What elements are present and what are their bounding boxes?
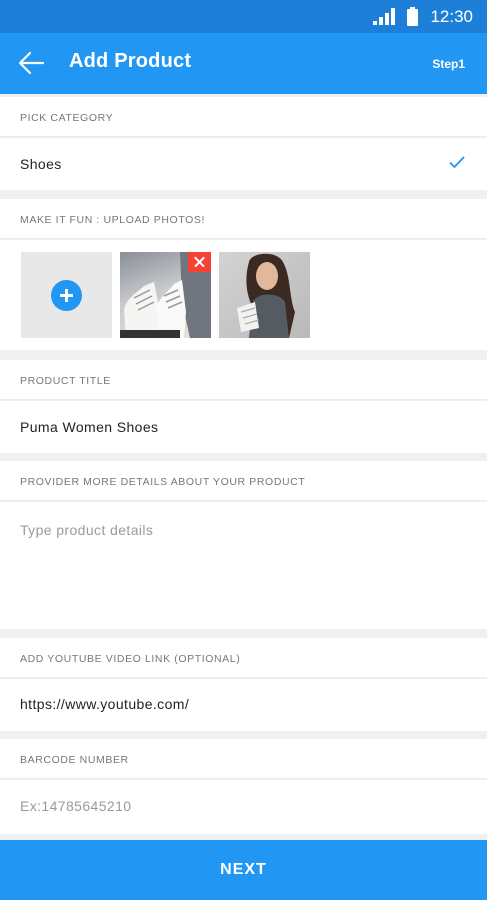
youtube-link-value: https://www.youtube.com/ xyxy=(20,696,190,712)
category-section-label: PICK CATEGORY xyxy=(0,97,487,137)
youtube-link-field[interactable]: https://www.youtube.com/ xyxy=(0,679,487,731)
remove-photo-button[interactable] xyxy=(188,252,211,272)
page-title: Add Product xyxy=(69,50,192,72)
category-row[interactable]: Shoes xyxy=(0,138,487,190)
barcode-label: BARCODE NUMBER xyxy=(20,754,129,766)
back-arrow-icon[interactable] xyxy=(17,49,45,77)
product-details-placeholder: Type product details xyxy=(20,522,154,538)
youtube-section-label: ADD YOUTUBE VIDEO LINK (OPTIONAL) xyxy=(0,638,487,678)
category-value: Shoes xyxy=(20,156,62,172)
barcode-section-label: BARCODE NUMBER xyxy=(0,739,487,779)
next-button-label: NEXT xyxy=(220,861,267,878)
status-time: 12:30 xyxy=(430,7,473,26)
barcode-field[interactable]: Ex:14785645210 xyxy=(0,780,487,834)
photos-label: MAKE IT FUN : UPLOAD PHOTOS! xyxy=(20,214,206,226)
model-image xyxy=(237,253,295,338)
check-icon xyxy=(449,156,465,169)
photos-section-label: MAKE IT FUN : UPLOAD PHOTOS! xyxy=(0,199,487,239)
details-label: PROVIDER MORE DETAILS ABOUT YOUR PRODUCT xyxy=(20,476,306,488)
title-section-label: PRODUCT TITLE xyxy=(0,360,487,400)
add-photo-button[interactable] xyxy=(21,252,112,338)
product-details-field[interactable]: Type product details xyxy=(0,502,487,629)
next-button[interactable]: NEXT xyxy=(0,840,487,900)
product-title-label: PRODUCT TITLE xyxy=(20,375,111,387)
status-bar: 12:30 xyxy=(0,0,487,33)
step-indicator: Step1 xyxy=(432,57,465,71)
add-icon xyxy=(51,280,82,311)
signal-icon xyxy=(373,8,395,25)
product-title-field[interactable]: Puma Women Shoes xyxy=(0,401,487,453)
category-label: PICK CATEGORY xyxy=(20,112,114,124)
youtube-label: ADD YOUTUBE VIDEO LINK (OPTIONAL) xyxy=(20,653,241,665)
barcode-placeholder: Ex:14785645210 xyxy=(20,798,132,814)
product-photo-model[interactable] xyxy=(219,252,310,338)
app-bar: Add Product Step1 xyxy=(0,33,487,94)
product-photo-shoes[interactable] xyxy=(120,252,211,338)
battery-icon xyxy=(407,7,418,26)
product-title-value: Puma Women Shoes xyxy=(20,419,159,435)
details-section-label: PROVIDER MORE DETAILS ABOUT YOUR PRODUCT xyxy=(0,461,487,501)
